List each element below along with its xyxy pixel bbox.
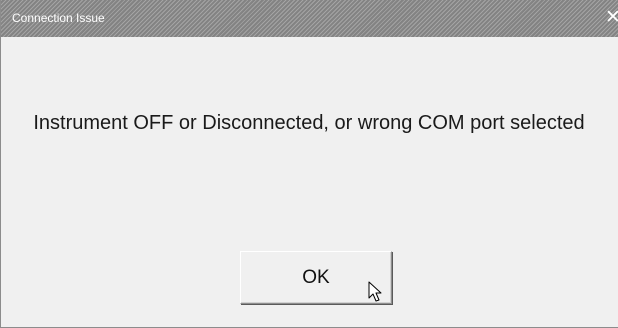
title-bar[interactable]: Connection Issue ✕: [1, 0, 618, 37]
mouse-pointer-icon: [368, 281, 382, 302]
close-icon[interactable]: ✕: [605, 6, 618, 30]
error-message: Instrument OFF or Disconnected, or wrong…: [33, 112, 585, 134]
window-title: Connection Issue: [12, 11, 105, 25]
connection-issue-dialog: Connection Issue ✕ Instrument OFF or Dis…: [0, 0, 618, 328]
